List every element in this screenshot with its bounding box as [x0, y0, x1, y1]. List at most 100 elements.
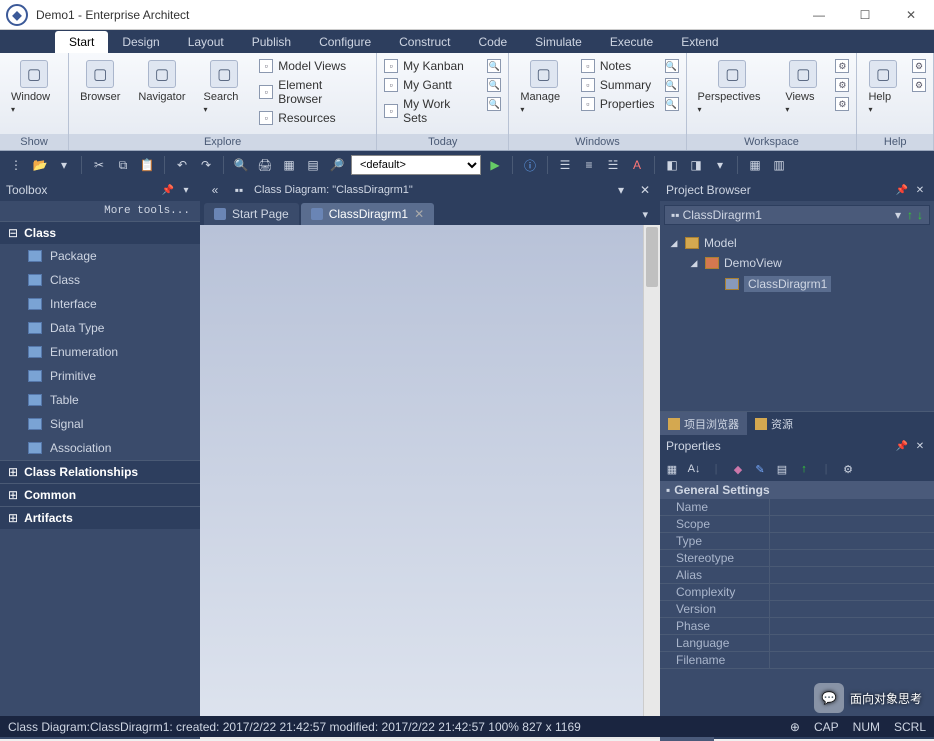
views-button[interactable]: ▢Views ▾ [779, 56, 827, 119]
extra-icon[interactable]: ⚙ [833, 77, 851, 93]
panel-close-icon[interactable]: ✕ [912, 182, 928, 198]
paste-button[interactable]: 📋 [137, 155, 157, 175]
property-row-version[interactable]: Version [660, 601, 934, 618]
maximize-button[interactable]: ☐ [842, 0, 888, 30]
close-button[interactable]: ✕ [888, 0, 934, 30]
perspectives-button[interactable]: ▢Perspectives ▾ [692, 56, 774, 119]
ribbon-tab-layout[interactable]: Layout [174, 31, 238, 53]
pin-icon[interactable]: 📌 [894, 182, 910, 198]
ribbon-tab-extend[interactable]: Extend [667, 31, 732, 53]
search-icon[interactable]: 🔍 [663, 58, 681, 74]
minimize-button[interactable]: ― [796, 0, 842, 30]
help-icon[interactable]: ⓘ [520, 155, 540, 175]
element-browser-button[interactable]: ▫Element Browser [257, 77, 371, 107]
extra-icon[interactable]: ⚙ [833, 58, 851, 74]
manage-button[interactable]: ▢Manage ▾ [514, 56, 572, 119]
search-button[interactable]: ▢Search ▾ [198, 56, 252, 119]
up-arrow-icon[interactable]: ↑ [907, 208, 913, 222]
down-arrow-icon[interactable]: ↓ [917, 208, 923, 222]
ribbon-tab-start[interactable]: Start [55, 31, 108, 53]
resources-button[interactable]: ▫Resources [257, 110, 371, 126]
align-right-button[interactable]: ☱ [603, 155, 623, 175]
tree-node-model[interactable]: ◢Model [662, 233, 932, 253]
ribbon-tab-design[interactable]: Design [108, 31, 173, 53]
toolbox-item-interface[interactable]: Interface [0, 292, 200, 316]
search-icon[interactable]: 🔍 [663, 77, 681, 93]
notes-button[interactable]: ▫Notes [579, 58, 657, 74]
properties-button[interactable]: ▫Properties [579, 96, 657, 112]
ribbon-tab-execute[interactable]: Execute [596, 31, 667, 53]
search-icon[interactable]: 🔍 [663, 96, 681, 112]
model-views-button[interactable]: ▫Model Views [257, 58, 371, 74]
dropdown-icon[interactable]: ▾ [54, 155, 74, 175]
toolbox-section-class-relationships[interactable]: ⊞Class Relationships [0, 460, 200, 483]
toolbox-item-signal[interactable]: Signal [0, 412, 200, 436]
doc-menu-button[interactable]: ▾ [612, 181, 630, 199]
help-button[interactable]: ▢Help ▾ [862, 56, 904, 119]
prop-tool-d[interactable]: ✎ [752, 461, 768, 477]
tab-close-icon[interactable]: ✕ [414, 207, 424, 221]
property-row-name[interactable]: Name [660, 499, 934, 516]
panel-close-icon[interactable]: ✕ [912, 438, 928, 454]
redo-button[interactable]: ↷ [196, 155, 216, 175]
vertical-scrollbar[interactable] [643, 225, 660, 722]
diagram-canvas[interactable] [200, 225, 643, 722]
ribbon-tab-construct[interactable]: Construct [385, 31, 464, 53]
panel-menu-icon[interactable]: ▾ [178, 182, 194, 198]
prop-tool-a[interactable]: ▦ [664, 461, 680, 477]
prop-tool-e[interactable]: ▤ [774, 461, 790, 477]
navigator-button[interactable]: ▢Navigator [132, 56, 191, 107]
extra-icon[interactable]: ⚙ [910, 58, 928, 74]
open-button[interactable]: 📂 [30, 155, 50, 175]
copy-button[interactable]: ⧉ [113, 155, 133, 175]
status-record-icon[interactable]: ⊕ [790, 720, 800, 734]
expand-icon[interactable]: ◢ [668, 238, 680, 249]
ribbon-tab-configure[interactable]: Configure [305, 31, 385, 53]
doc-close-button[interactable]: ✕ [636, 181, 654, 199]
search-icon[interactable]: 🔍 [485, 96, 503, 112]
property-row-phase[interactable]: Phase [660, 618, 934, 635]
property-row-type[interactable]: Type [660, 533, 934, 550]
properties-group-header[interactable]: ▪ General Settings [660, 481, 934, 499]
zoom-button[interactable]: 🔍 [231, 155, 251, 175]
window-button[interactable]: ▢Window ▾ [5, 56, 63, 119]
tool-d[interactable]: ◨ [686, 155, 706, 175]
align-center-button[interactable]: ≡ [579, 155, 599, 175]
property-row-stereotype[interactable]: Stereotype [660, 550, 934, 567]
layout-b-button[interactable]: ▥ [769, 155, 789, 175]
toolbox-item-primitive[interactable]: Primitive [0, 364, 200, 388]
summary-button[interactable]: ▫Summary [579, 77, 657, 93]
ribbon-tab-code[interactable]: Code [464, 31, 521, 53]
prop-tool-c[interactable]: ◆ [730, 461, 746, 477]
pin-icon[interactable]: 📌 [160, 182, 176, 198]
tool-c[interactable]: ◧ [662, 155, 682, 175]
default-combo[interactable]: <default> [351, 155, 481, 175]
toolbox-item-enumeration[interactable]: Enumeration [0, 340, 200, 364]
ribbon-tab-simulate[interactable]: Simulate [521, 31, 596, 53]
ribbon-tab-publish[interactable]: Publish [238, 31, 305, 53]
browser-button[interactable]: ▢Browser [74, 56, 126, 107]
my-kanban-button[interactable]: ▫My Kanban [382, 58, 479, 74]
prop-tool-f[interactable]: ↑ [796, 461, 812, 477]
toolbox-item-association[interactable]: Association [0, 436, 200, 460]
tree-node-demoview[interactable]: ◢DemoView [662, 253, 932, 273]
extra-icon[interactable]: ⚙ [833, 96, 851, 112]
tab-overflow-button[interactable]: ▾ [632, 204, 658, 225]
expand-icon[interactable]: ◢ [688, 258, 700, 269]
toolbox-item-data-type[interactable]: Data Type [0, 316, 200, 340]
align-left-button[interactable]: ☰ [555, 155, 575, 175]
tool-b[interactable]: ▤ [303, 155, 323, 175]
doc-tab-classdiragrm1[interactable]: ClassDiragrm1✕ [301, 203, 434, 225]
toolbox-item-table[interactable]: Table [0, 388, 200, 412]
pin-icon[interactable]: 📌 [894, 438, 910, 454]
toolbox-item-package[interactable]: Package [0, 244, 200, 268]
property-row-scope[interactable]: Scope [660, 516, 934, 533]
undo-button[interactable]: ↶ [172, 155, 192, 175]
project-tab[interactable]: 项目浏览器 [660, 412, 747, 436]
property-row-alias[interactable]: Alias [660, 567, 934, 584]
toolbox-section-class[interactable]: ⊟Class [0, 221, 200, 244]
my-gantt-button[interactable]: ▫My Gantt [382, 77, 479, 93]
nav-back-button[interactable]: « [206, 181, 224, 199]
property-row-filename[interactable]: Filename [660, 652, 934, 669]
more-tools-link[interactable]: More tools... [0, 201, 200, 221]
